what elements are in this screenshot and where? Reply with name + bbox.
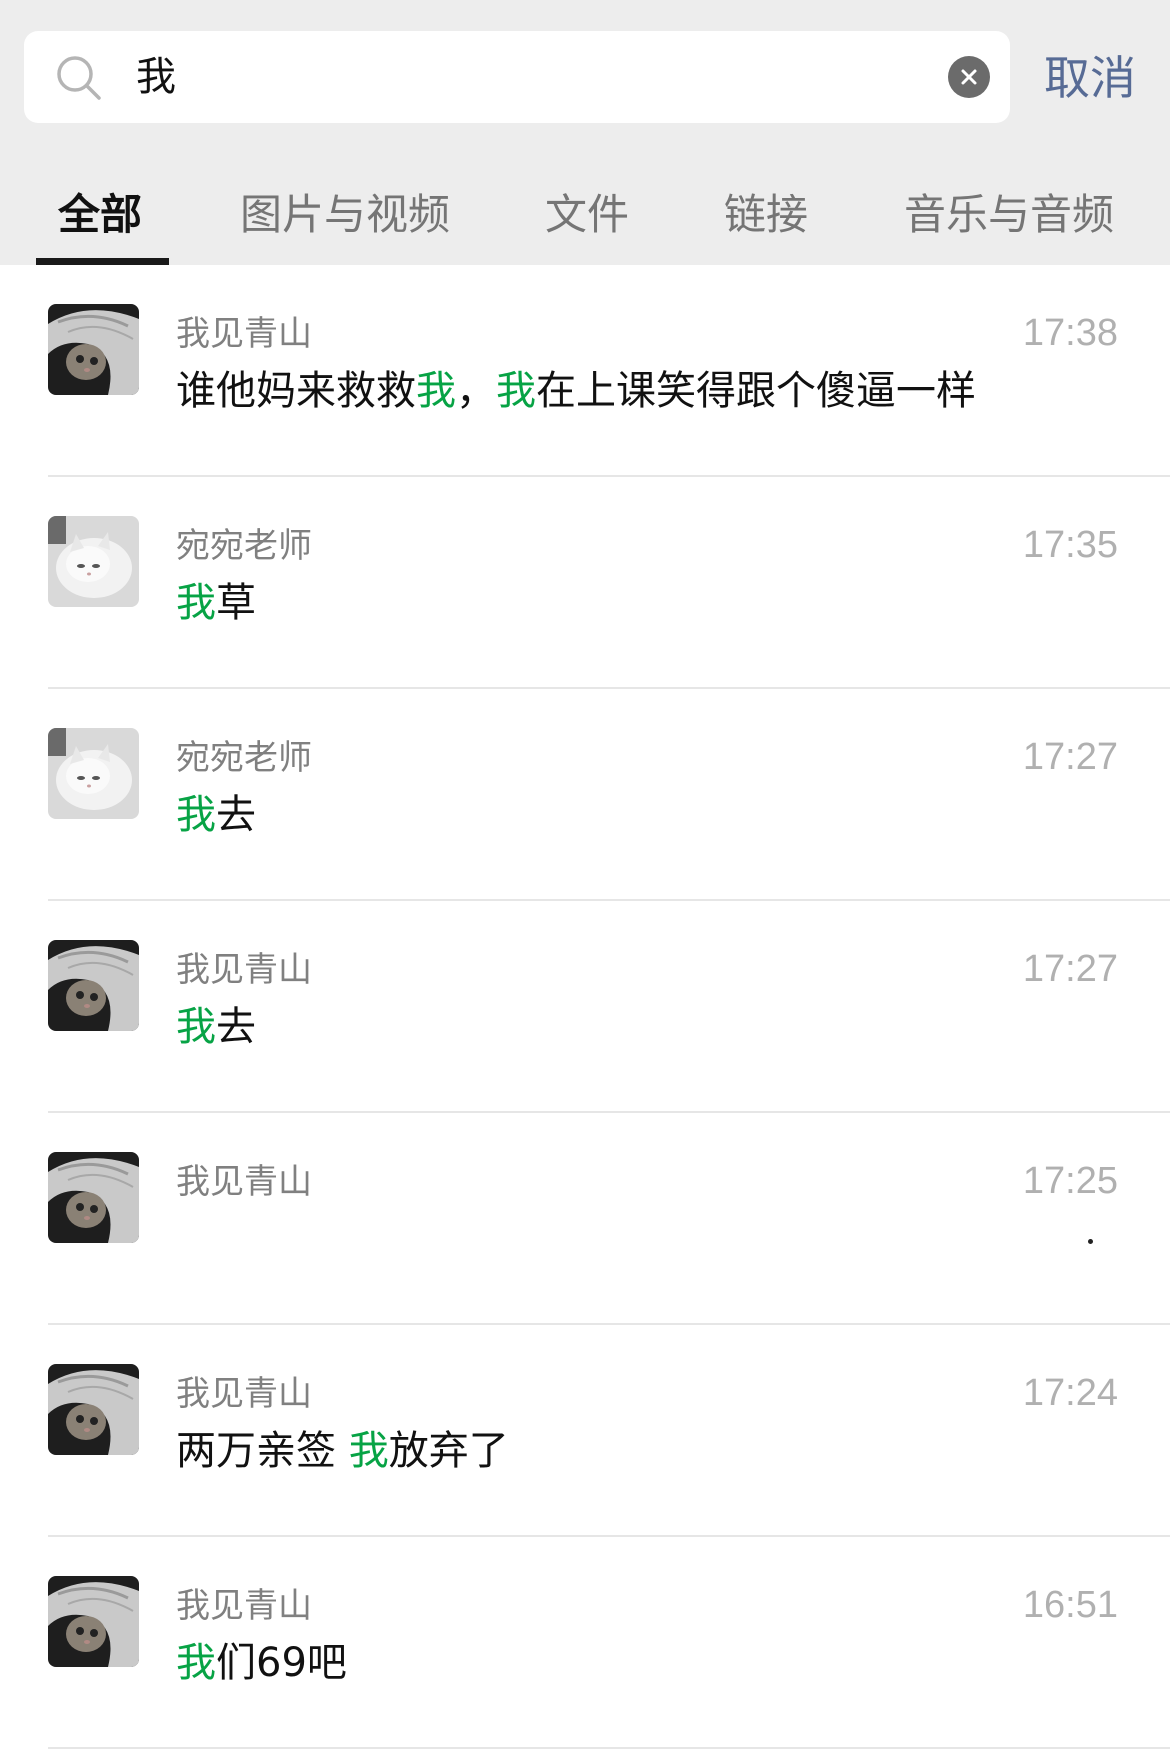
message-time: 17:27 bbox=[1022, 736, 1118, 778]
message-snippet: 谁他妈来救救我，我在上课笑得跟个傻逼一样 bbox=[176, 363, 976, 419]
result-item[interactable]: 我见青山 16:51 我们69吧 bbox=[0, 1537, 1170, 1749]
sender-name: 我见青山 bbox=[176, 314, 312, 354]
tab-files[interactable]: 文件 bbox=[545, 187, 629, 243]
message-time: 17:35 bbox=[1022, 524, 1118, 566]
snippet-text: 去 bbox=[216, 1004, 256, 1050]
message-snippet: 我们69吧 bbox=[176, 1635, 347, 1691]
message-time: 17:38 bbox=[1022, 312, 1118, 354]
avatar bbox=[48, 1576, 139, 1667]
highlighted-keyword: 我 bbox=[176, 1640, 216, 1686]
highlighted-keyword: 我 bbox=[348, 1428, 389, 1474]
sender-name: 宛宛老师 bbox=[176, 526, 312, 566]
empty-snippet-mark bbox=[1088, 1239, 1093, 1244]
tab-links[interactable]: 链接 bbox=[724, 187, 808, 243]
sender-name: 我见青山 bbox=[176, 1586, 312, 1626]
snippet-text: 两万亲签 bbox=[176, 1428, 349, 1474]
message-time: 17:24 bbox=[1022, 1372, 1118, 1414]
snippet-text: 们69吧 bbox=[216, 1640, 347, 1686]
message-time: 17:27 bbox=[1022, 948, 1118, 990]
highlighted-keyword: 我 bbox=[176, 580, 216, 626]
message-snippet: 我去 bbox=[176, 999, 256, 1055]
message-snippet: 我草 bbox=[176, 575, 256, 631]
result-item[interactable]: 我见青山 17:24 两万亲签 我放弃了 bbox=[0, 1325, 1170, 1537]
avatar bbox=[48, 728, 139, 819]
result-item[interactable]: 我见青山 17:38 谁他妈来救救我，我在上课笑得跟个傻逼一样 bbox=[0, 265, 1170, 477]
avatar bbox=[48, 1364, 139, 1455]
sender-name: 我见青山 bbox=[176, 1162, 312, 1202]
highlighted-keyword: 我 bbox=[496, 368, 536, 414]
message-snippet: 两万亲签 我放弃了 bbox=[176, 1423, 509, 1479]
highlighted-keyword: 我 bbox=[176, 792, 216, 838]
highlighted-keyword: 我 bbox=[176, 1004, 216, 1050]
tab-music-audio[interactable]: 音乐与音频 bbox=[904, 187, 1114, 243]
message-time: 17:25 bbox=[1022, 1160, 1118, 1202]
sender-name: 我见青山 bbox=[176, 1374, 312, 1414]
avatar bbox=[48, 940, 139, 1031]
search-query-text: 我 bbox=[136, 54, 176, 100]
search-results-list: 我见青山 17:38 谁他妈来救救我，我在上课笑得跟个傻逼一样 宛宛老师 17:35 我草… bbox=[0, 265, 1170, 1749]
snippet-text: 去 bbox=[216, 792, 256, 838]
result-item[interactable]: 宛宛老师 17:27 我去 bbox=[0, 689, 1170, 901]
search-header: 我 取消 全部 图片与视频 文件 链接 音乐与音频 bbox=[0, 0, 1170, 265]
clear-search-button[interactable] bbox=[948, 56, 990, 98]
message-time: 16:51 bbox=[1022, 1584, 1118, 1626]
sender-name: 我见青山 bbox=[176, 950, 312, 990]
search-icon bbox=[57, 56, 101, 100]
sender-name: 宛宛老师 bbox=[176, 738, 312, 778]
tab-all[interactable]: 全部 bbox=[58, 187, 142, 243]
highlighted-keyword: 我 bbox=[416, 368, 456, 414]
result-item[interactable]: 我见青山 17:27 我去 bbox=[0, 901, 1170, 1113]
snippet-text: ， bbox=[456, 368, 496, 414]
snippet-text: 草 bbox=[216, 580, 256, 626]
active-tab-indicator bbox=[36, 258, 169, 265]
avatar bbox=[48, 1152, 139, 1243]
search-input[interactable]: 我 bbox=[24, 31, 1010, 123]
close-icon bbox=[961, 69, 977, 85]
filter-tabs: 全部 图片与视频 文件 链接 音乐与音频 bbox=[0, 175, 1170, 265]
snippet-text: 在上课笑得跟个傻逼一样 bbox=[536, 368, 976, 414]
result-item[interactable]: 我见青山 17:25 bbox=[0, 1113, 1170, 1325]
message-snippet: 我去 bbox=[176, 787, 256, 843]
snippet-text: 谁他妈来救救 bbox=[176, 368, 416, 414]
snippet-text: 放弃了 bbox=[388, 1428, 509, 1474]
avatar bbox=[48, 304, 139, 395]
tab-images-videos[interactable]: 图片与视频 bbox=[240, 187, 450, 243]
cancel-button[interactable]: 取消 bbox=[1044, 48, 1136, 108]
result-item[interactable]: 宛宛老师 17:35 我草 bbox=[0, 477, 1170, 689]
avatar bbox=[48, 516, 139, 607]
